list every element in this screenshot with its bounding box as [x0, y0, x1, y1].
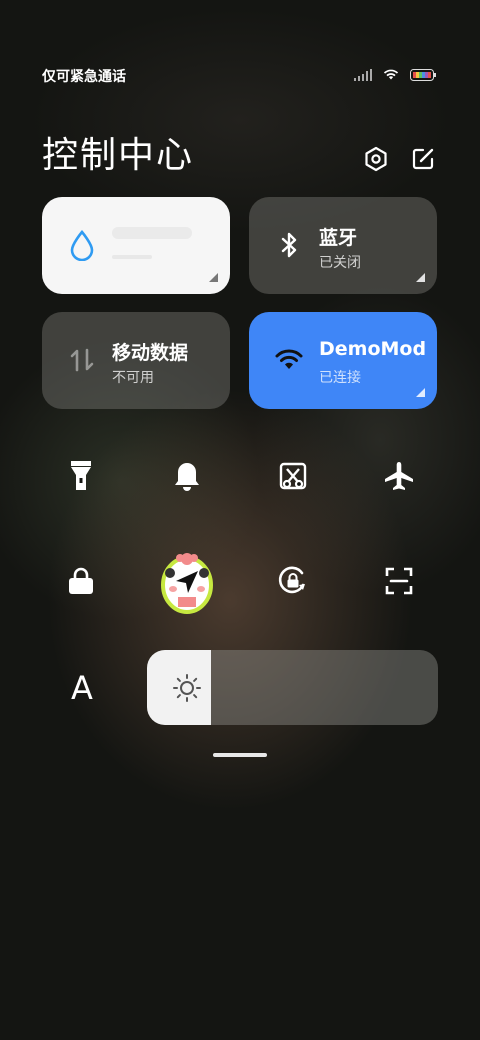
- expand-corner-icon: [209, 273, 218, 282]
- data-usage-label-placeholder: [112, 227, 192, 239]
- wifi-network-name: DemoMod: [319, 338, 427, 360]
- rotation-lock-icon: [278, 566, 305, 594]
- airplane-mode-button[interactable]: [375, 452, 423, 500]
- expand-corner-icon: [416, 388, 425, 397]
- location-icon: [161, 553, 213, 614]
- font-size-button[interactable]: A: [62, 668, 102, 708]
- location-button[interactable]: [158, 549, 216, 615]
- wifi-status-icon: [383, 69, 399, 80]
- flashlight-icon: [71, 461, 91, 490]
- tile-mobile-data[interactable]: 移动数据 不可用: [42, 312, 230, 409]
- screenshot-button[interactable]: [269, 452, 317, 500]
- water-drop-icon: [70, 229, 94, 261]
- lock-icon: [69, 567, 93, 594]
- scan-button[interactable]: [375, 557, 423, 605]
- signal-icon: [354, 68, 372, 81]
- status-bar: 仅可紧急通话: [42, 62, 436, 88]
- mobile-data-status: 不可用: [112, 370, 154, 386]
- sun-icon: [173, 674, 201, 702]
- bluetooth-status: 已关闭: [319, 255, 361, 271]
- sound-button[interactable]: [163, 452, 211, 500]
- wifi-status: 已连接: [319, 370, 361, 386]
- lock-screen-button[interactable]: [57, 557, 105, 605]
- bluetooth-label: 蓝牙: [319, 227, 358, 249]
- mobile-data-icon: [70, 348, 94, 372]
- home-indicator[interactable]: [213, 753, 267, 757]
- bell-icon: [175, 463, 199, 491]
- carrier-status-text: 仅可紧急通话: [42, 69, 126, 85]
- tile-bluetooth[interactable]: 蓝牙 已关闭: [249, 197, 437, 294]
- scan-icon: [385, 567, 413, 595]
- rotation-lock-button[interactable]: [269, 557, 317, 605]
- settings-icon[interactable]: [363, 146, 389, 172]
- tile-wifi[interactable]: DemoMod 已连接: [249, 312, 437, 409]
- airplane-icon: [385, 462, 413, 490]
- page-title: 控制中心: [42, 135, 195, 176]
- tile-data-usage[interactable]: [42, 197, 230, 294]
- brightness-slider[interactable]: [147, 650, 438, 725]
- battery-icon: [410, 68, 436, 81]
- mobile-data-label: 移动数据: [112, 342, 189, 364]
- flashlight-button[interactable]: [57, 452, 105, 500]
- edit-icon[interactable]: [410, 146, 436, 172]
- bluetooth-icon: [281, 232, 297, 258]
- expand-corner-icon: [416, 273, 425, 282]
- screenshot-icon: [279, 462, 307, 490]
- data-usage-sub-placeholder: [112, 255, 152, 259]
- status-icons: [354, 68, 436, 81]
- wifi-icon: [275, 349, 303, 369]
